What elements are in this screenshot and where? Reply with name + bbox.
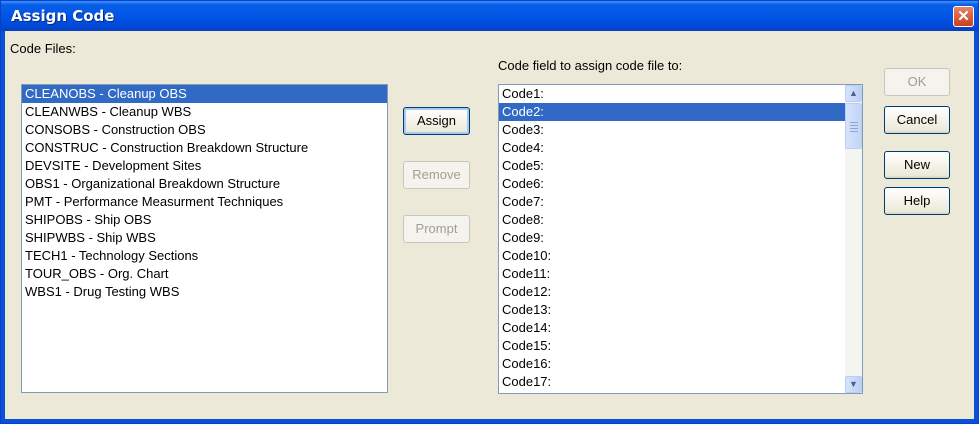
- assign-button-label: Assign: [416, 113, 457, 128]
- code-field-item[interactable]: Code12:: [499, 283, 845, 301]
- assign-button[interactable]: Assign: [403, 107, 470, 135]
- code-field-item[interactable]: Code17:: [499, 373, 845, 391]
- code-field-item[interactable]: Code8:: [499, 211, 845, 229]
- remove-button[interactable]: Remove: [403, 161, 470, 189]
- scroll-thumb[interactable]: [845, 103, 862, 149]
- cancel-button-label: Cancel: [896, 112, 938, 127]
- code-field-item[interactable]: Code6:: [499, 175, 845, 193]
- remove-button-label: Remove: [412, 167, 461, 182]
- code-files-label: Code Files:: [10, 41, 76, 56]
- code-field-item[interactable]: Code16:: [499, 355, 845, 373]
- code-file-item[interactable]: CLEANWBS - Cleanup WBS: [22, 103, 387, 121]
- scroll-down-button[interactable]: ▼: [845, 376, 862, 393]
- code-field-item[interactable]: Code13:: [499, 301, 845, 319]
- close-button[interactable]: ✕: [953, 6, 974, 27]
- code-file-item[interactable]: WBS1 - Drug Testing WBS: [22, 283, 387, 301]
- help-button-label: Help: [903, 193, 931, 208]
- scroll-up-button[interactable]: ▲: [845, 85, 862, 102]
- assign-code-dialog: Assign Code ✕ Code Files: CLEANOBS - Cle…: [0, 0, 979, 424]
- code-field-label: Code field to assign code file to:: [498, 58, 682, 73]
- code-file-item[interactable]: CONSOBS - Construction OBS: [22, 121, 387, 139]
- code-file-item[interactable]: TOUR_OBS - Org. Chart: [22, 265, 387, 283]
- close-icon: ✕: [957, 8, 970, 25]
- prompt-button-label: Prompt: [415, 221, 458, 236]
- ok-button[interactable]: OK: [884, 68, 950, 96]
- window-frame-bottom: [1, 419, 978, 423]
- window-frame-right: [974, 31, 978, 423]
- code-field-item[interactable]: Code14:: [499, 319, 845, 337]
- code-field-item[interactable]: Code7:: [499, 193, 845, 211]
- code-file-item[interactable]: PMT - Performance Measurment Techniques: [22, 193, 387, 211]
- code-files-label-text: Code Files:: [10, 41, 76, 56]
- chevron-up-icon: ▲: [849, 88, 858, 98]
- code-field-listbox[interactable]: Code1: Code2: Code3: Code4: Code5: Code6: Code…: [498, 84, 863, 394]
- code-field-scrollbar[interactable]: ▲ ▼: [845, 85, 862, 393]
- window-frame-left: [1, 31, 5, 423]
- code-field-item[interactable]: Code1:: [499, 85, 845, 103]
- code-field-item[interactable]: Code11:: [499, 265, 845, 283]
- grip-line: [850, 131, 858, 132]
- code-file-item[interactable]: OBS1 - Organizational Breakdown Structur…: [22, 175, 387, 193]
- code-field-item[interactable]: Code5:: [499, 157, 845, 175]
- code-field-item[interactable]: Code15:: [499, 337, 845, 355]
- code-field-item[interactable]: Code3:: [499, 121, 845, 139]
- grip-line: [850, 122, 858, 123]
- code-file-item[interactable]: TECH1 - Technology Sections: [22, 247, 387, 265]
- prompt-button[interactable]: Prompt: [403, 215, 470, 243]
- cancel-button[interactable]: Cancel: [884, 106, 950, 134]
- window-title: Assign Code: [11, 7, 115, 25]
- code-files-listbox[interactable]: CLEANOBS - Cleanup OBS CLEANWBS - Cleanup…: [21, 84, 388, 393]
- help-button[interactable]: Help: [884, 187, 950, 215]
- ok-button-label: OK: [907, 74, 927, 89]
- new-button-label: New: [903, 157, 930, 172]
- code-field-label-text: Code field to assign code file to:: [498, 58, 683, 73]
- code-file-item[interactable]: CLEANOBS - Cleanup OBS: [22, 85, 387, 103]
- grip-line: [850, 125, 858, 126]
- grip-line: [850, 128, 858, 129]
- code-field-item[interactable]: Code10:: [499, 247, 845, 265]
- code-field-item[interactable]: Code2:: [499, 103, 845, 121]
- chevron-down-icon: ▼: [849, 379, 858, 389]
- code-file-item[interactable]: SHIPWBS - Ship WBS: [22, 229, 387, 247]
- title-bar[interactable]: Assign Code ✕: [1, 1, 978, 31]
- new-button[interactable]: New: [884, 151, 950, 179]
- code-file-item[interactable]: DEVSITE - Development Sites: [22, 157, 387, 175]
- code-file-item[interactable]: SHIPOBS - Ship OBS: [22, 211, 387, 229]
- code-file-item[interactable]: CONSTRUC - Construction Breakdown Struct…: [22, 139, 387, 157]
- code-field-items: Code1: Code2: Code3: Code4: Code5: Code6: Code…: [499, 85, 845, 393]
- code-field-item[interactable]: Code4:: [499, 139, 845, 157]
- code-field-item[interactable]: Code9:: [499, 229, 845, 247]
